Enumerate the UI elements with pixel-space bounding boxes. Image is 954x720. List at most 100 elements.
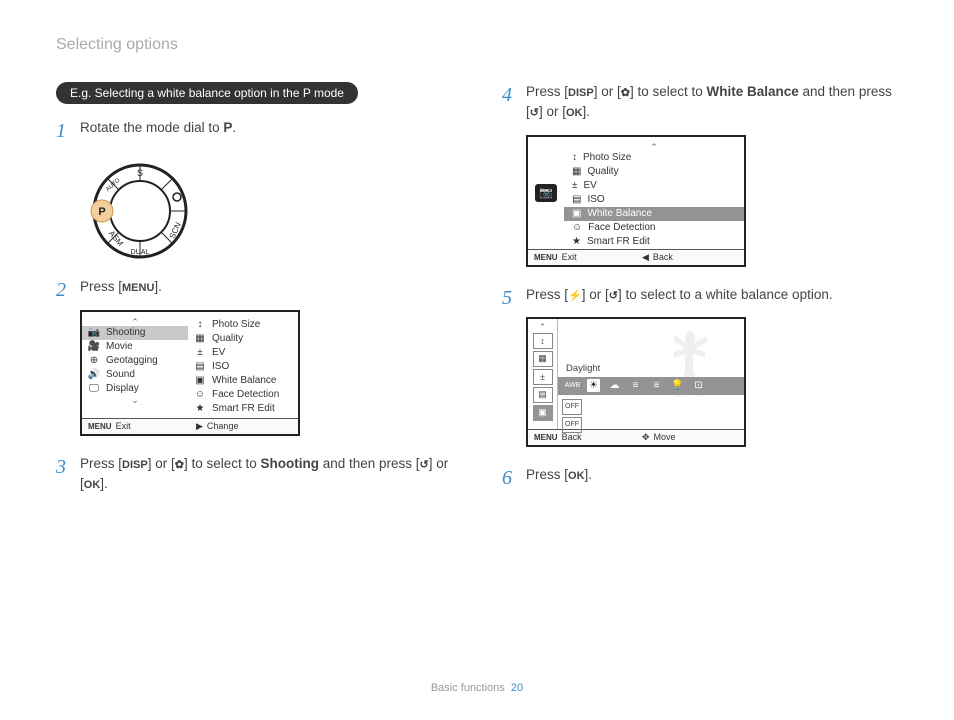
option-quality[interactable]: ▦Quality xyxy=(564,165,744,179)
star-icon: ★ xyxy=(194,403,206,414)
step-text: and then press [ xyxy=(319,456,420,471)
menu-left-pane: ⌃ 📷Shooting 🎥Movie ⊕Geotagging 🔊Sound 🖵D… xyxy=(82,312,188,418)
menu-item-movie[interactable]: 🎥Movie xyxy=(82,340,188,354)
side-icon-active[interactable]: ▣ xyxy=(533,405,553,421)
macro-key-icon: ✿ xyxy=(621,87,630,99)
movie-icon: 🎥 xyxy=(88,341,100,352)
wb-option-custom[interactable]: ⊡ xyxy=(692,379,705,392)
menu-key-icon: MENU xyxy=(88,422,112,431)
wb-option-daylight[interactable]: ☀ xyxy=(587,379,600,392)
footer-change[interactable]: ▶Change xyxy=(190,419,298,434)
wb-main: Daylight AWB ☀ ☁ ≡ ≡ 💡 ⊡ OFF OFF xyxy=(558,319,744,429)
two-column-layout: E.g. Selecting a white balance option in… xyxy=(56,82,898,506)
menu-item-sound[interactable]: 🔊Sound xyxy=(82,368,188,382)
wb-option-tungsten[interactable]: 💡 xyxy=(671,379,684,392)
option-photo-size[interactable]: ↕ Photo Size xyxy=(564,151,744,165)
step-number: 2 xyxy=(56,275,66,305)
option-ev[interactable]: ± EV xyxy=(564,179,744,193)
side-icon[interactable]: ± xyxy=(533,369,553,385)
step-text: ] to select to a white balance option. xyxy=(618,287,833,302)
size-icon: ↕ xyxy=(194,319,206,330)
menu-key-icon: MENU xyxy=(534,253,558,262)
up-caret-icon: ⌃ xyxy=(564,143,744,151)
up-caret-icon: ⌃ xyxy=(82,318,188,326)
option-face-detection[interactable]: ☺Face Detection xyxy=(564,221,744,235)
menu-right-pane: ↕ Photo Size ▦Quality ± EV ▤ISO ▣White Bal… xyxy=(188,312,298,418)
option-smart-fr[interactable]: ★Smart FR Edit xyxy=(564,235,744,249)
wb-option-fluorescent-l[interactable]: ≡ xyxy=(650,379,663,392)
timer-key-icon: ↺ xyxy=(609,290,618,302)
side-icon[interactable]: ▤ xyxy=(533,387,553,403)
off-icon[interactable]: OFF xyxy=(562,417,582,433)
left-column: E.g. Selecting a white balance option in… xyxy=(56,82,452,506)
footer-label: Move xyxy=(654,432,676,442)
step-text: ] or [ xyxy=(582,287,609,302)
macro-key-icon: ✿ xyxy=(175,459,184,471)
disp-key: DISP xyxy=(122,459,148,471)
flash-key-icon: ⚡ xyxy=(568,290,582,302)
face-icon: ☺ xyxy=(572,222,582,233)
menu-screenshot-1: ⌃ 📷Shooting 🎥Movie ⊕Geotagging 🔊Sound 🖵D… xyxy=(80,310,300,436)
option-iso[interactable]: ▤ISO xyxy=(564,193,744,207)
option-iso[interactable]: ▤ISO xyxy=(188,360,298,374)
iso-icon: ▤ xyxy=(572,194,581,205)
option-label: ISO xyxy=(212,361,229,372)
option-label: Face Detection xyxy=(212,389,279,400)
display-icon: 🖵 xyxy=(88,383,100,394)
step-text: Press [ xyxy=(526,287,568,302)
option-label: Photo Size xyxy=(583,152,631,163)
wb-option-cloudy[interactable]: ☁ xyxy=(608,379,621,392)
step-1: 1 Rotate the mode dial to P. xyxy=(56,118,452,138)
option-quality[interactable]: ▦Quality xyxy=(188,332,298,346)
menu-item-shooting[interactable]: 📷Shooting xyxy=(82,326,188,340)
wb-option-fluorescent-h[interactable]: ≡ xyxy=(629,379,642,392)
step-text: Rotate the mode dial to xyxy=(80,120,223,135)
step-text: ]. xyxy=(154,279,162,294)
footer-label: Exit xyxy=(562,252,577,262)
step-4: 4 Press [DISP] or [✿] to select to White… xyxy=(502,82,898,123)
silhouette-icon xyxy=(654,323,726,419)
ev-icon: ± xyxy=(572,180,578,191)
wb-bold: White Balance xyxy=(706,84,798,99)
off-icon[interactable]: OFF xyxy=(562,399,582,415)
camera-icon: 📷 xyxy=(88,327,100,338)
size-icon: ↕ xyxy=(572,152,577,163)
page-number: 20 xyxy=(511,682,523,694)
quality-icon: ▦ xyxy=(572,166,581,177)
sound-icon: 🔊 xyxy=(88,369,100,380)
option-white-balance[interactable]: ▣White Balance xyxy=(188,374,298,388)
option-photo-size[interactable]: ↕ Photo Size xyxy=(188,318,298,332)
step-text: . xyxy=(232,120,236,135)
wb-option-awb[interactable]: AWB xyxy=(566,379,579,392)
step-6: 6 Press [OK]. xyxy=(502,465,898,485)
ev-icon: ± xyxy=(194,347,206,358)
wb-screenshot: ⌃ ↕ ▦ ± ▤ ▣ Daylight AWB ☀ ☁ xyxy=(526,317,746,447)
option-label: EV xyxy=(212,347,225,358)
step-number: 6 xyxy=(502,463,512,493)
down-caret-icon: ⌄ xyxy=(82,396,188,404)
disp-key: DISP xyxy=(568,87,594,99)
menu-item-geotagging[interactable]: ⊕Geotagging xyxy=(82,354,188,368)
side-icon[interactable]: ↕ xyxy=(533,333,553,349)
option-white-balance[interactable]: ▣White Balance xyxy=(564,207,744,221)
footer-back[interactable]: ◀Back xyxy=(636,250,744,265)
geo-icon: ⊕ xyxy=(88,355,100,366)
option-face-detection[interactable]: ☺Face Detection xyxy=(188,388,298,402)
menu-footer: MENU Exit ◀Back xyxy=(528,249,744,265)
wb-option-bar: AWB ☀ ☁ ≡ ≡ 💡 ⊡ xyxy=(558,377,744,395)
option-label: Photo Size xyxy=(212,319,260,330)
menu-key: MENU xyxy=(122,282,154,294)
wb-current-label: Daylight xyxy=(566,363,600,374)
footer-exit[interactable]: MENU Exit xyxy=(528,250,636,265)
page-footer: Basic functions 20 xyxy=(0,682,954,694)
step-text: ] to select to xyxy=(630,84,707,99)
side-icon[interactable]: ▦ xyxy=(533,351,553,367)
option-label: Smart FR Edit xyxy=(587,236,650,247)
option-ev[interactable]: ± EV xyxy=(188,346,298,360)
option-smart-fr[interactable]: ★Smart FR Edit xyxy=(188,402,298,416)
footer-move[interactable]: ✥Move xyxy=(636,430,744,445)
wb-icon: ▣ xyxy=(194,375,206,386)
option-label: EV xyxy=(584,180,597,191)
footer-exit[interactable]: MENUExit xyxy=(82,419,190,434)
menu-item-display[interactable]: 🖵Display xyxy=(82,382,188,396)
